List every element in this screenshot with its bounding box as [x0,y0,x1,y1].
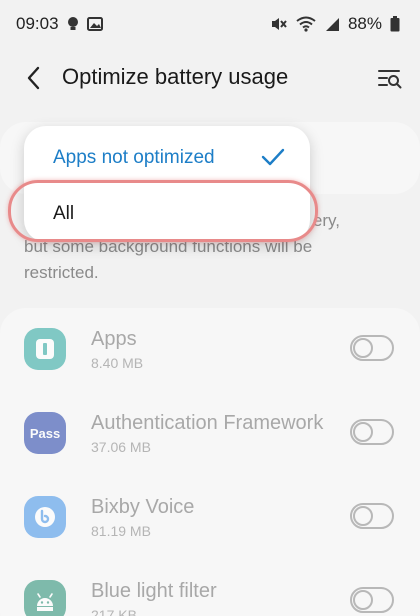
status-right: 88% [270,14,400,34]
app-row-bixby-voice[interactable]: Bixby Voice 81.19 MB [0,476,420,560]
app-size: 217 KB [91,607,137,616]
page-title: Optimize battery usage [62,64,289,89]
status-time: 09:03 [16,14,59,33]
app-row-authentication-framework[interactable]: Pass Authentication Framework 37.06 MB [0,392,420,476]
gallery-icon [86,17,103,31]
apps-app-icon [24,328,66,370]
battery-percent: 88% [347,14,382,33]
back-button[interactable] [18,62,50,94]
app-size: 37.06 MB [91,439,151,455]
signal-icon [324,16,340,32]
toggle-knob [353,590,373,610]
pass-app-icon: Pass [24,412,66,454]
status-bar: 09:03 88% [0,0,420,48]
app-name: Blue light filter [91,580,217,602]
app-name: Authentication Framework [91,412,324,434]
toggle-knob [353,338,373,358]
status-left: 09:03 [16,14,103,34]
checkmark-icon [261,148,285,166]
description-line-3: restricted. [24,263,99,282]
lightbulb-icon [67,16,79,32]
app-name: Apps [91,328,137,350]
app-row-apps[interactable]: Apps 8.40 MB [0,308,420,392]
app-size: 81.19 MB [91,523,151,539]
battery-icon [390,16,400,32]
app-row-blue-light-filter[interactable]: Blue light filter 217 KB [0,560,420,616]
optimize-toggle-bixby-voice[interactable] [350,503,394,529]
toggle-knob [353,422,373,442]
android-app-icon [24,580,66,616]
app-name: Bixby Voice [91,496,195,518]
toggle-knob [353,506,373,526]
wifi-icon [296,16,316,32]
back-arrow-icon [27,66,40,90]
menu-item-apps-not-optimized[interactable]: Apps not optimized [24,130,310,186]
menu-item-all[interactable]: All [24,186,310,242]
bixby-app-icon [24,496,66,538]
menu-item-label: Apps not optimized [53,147,215,168]
search-list-icon [378,70,402,89]
app-size: 8.40 MB [91,355,144,371]
app-list: Apps 8.40 MB Pass Authentication Framewo… [0,308,420,616]
filter-dropdown-menu: Apps not optimized All [24,126,310,242]
optimize-toggle-blue-light-filter[interactable] [350,587,394,613]
pass-icon-text: Pass [29,425,61,441]
optimize-toggle-authentication-framework[interactable] [350,419,394,445]
search-list-button[interactable] [372,60,408,96]
optimize-toggle-apps[interactable] [350,335,394,361]
app-header: Optimize battery usage [0,50,420,106]
menu-item-label: All [53,203,75,224]
mute-icon [270,16,288,32]
